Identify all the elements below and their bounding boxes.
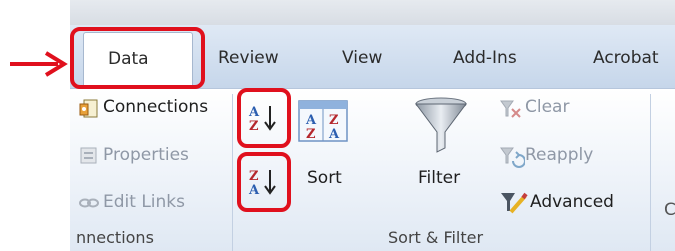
sort-ascending-icon[interactable]: A Z	[248, 103, 280, 133]
svg-text:Z: Z	[306, 127, 316, 142]
reapply-icon	[500, 147, 525, 168]
sort-button[interactable]: Sort	[307, 168, 342, 188]
sort-filter-group-label: Sort & Filter	[388, 228, 484, 247]
reapply-button[interactable]: Reapply	[525, 145, 593, 165]
connections-icon	[79, 99, 98, 118]
edit-links-icon	[79, 198, 99, 208]
clear-filter-icon	[500, 100, 521, 118]
edit-links-button[interactable]: Edit Links	[103, 192, 185, 212]
sort-dialog-icon[interactable]: A Z Z A	[296, 98, 350, 146]
title-strip	[70, 0, 675, 25]
funnel-icon[interactable]	[413, 96, 469, 156]
properties-icon	[80, 147, 97, 164]
properties-button[interactable]: Properties	[103, 145, 189, 165]
svg-text:Z: Z	[249, 169, 259, 184]
svg-text:Z: Z	[249, 119, 259, 133]
svg-text:A: A	[248, 183, 260, 197]
red-arrow-icon	[10, 51, 68, 77]
connections-button[interactable]: Connections	[103, 97, 208, 117]
sort-descending-icon[interactable]: Z A	[248, 167, 280, 197]
tab-add-ins[interactable]: Add-Ins	[453, 48, 517, 68]
tab-acrobat[interactable]: Acrobat	[593, 48, 659, 68]
excel-ribbon-screenshot: Data Review View Add-Ins Acrobat Connect…	[0, 0, 675, 251]
filter-button[interactable]: Filter	[418, 168, 460, 188]
group-separator-right	[650, 94, 651, 251]
tab-view[interactable]: View	[342, 48, 382, 68]
advanced-filter-icon	[501, 192, 528, 214]
tab-review[interactable]: Review	[218, 48, 279, 68]
group-separator	[232, 94, 233, 251]
svg-text:A: A	[248, 105, 260, 120]
clear-button[interactable]: Clear	[525, 97, 569, 117]
advanced-button[interactable]: Advanced	[530, 192, 614, 212]
connections-group-label: nnections	[76, 228, 154, 247]
data-tab-highlight	[70, 27, 205, 89]
svg-text:A: A	[328, 127, 340, 142]
svg-text:A: A	[305, 113, 317, 128]
svg-text:Z: Z	[329, 113, 339, 128]
next-group-fragment: C	[664, 200, 675, 220]
